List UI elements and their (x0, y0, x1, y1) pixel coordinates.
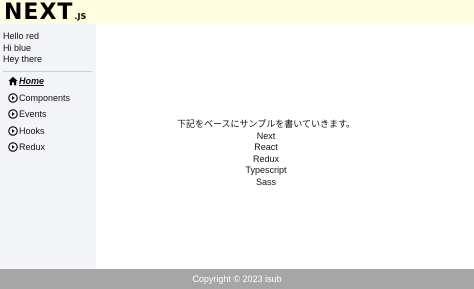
sidebar-item-events[interactable]: Events (8, 108, 47, 120)
logo-sub-text: .JS (74, 12, 87, 21)
tech-item-next: Next (256, 130, 276, 141)
sidebar-item-label: Home (19, 76, 45, 86)
play-circle-icon (8, 92, 18, 103)
tech-item-redux: Redux (252, 153, 279, 164)
play-circle-icon (8, 109, 18, 119)
copyright-text: Copyright © 2023 isub (192, 274, 282, 284)
greeting-there: Hey there (3, 54, 43, 64)
play-circle-icon (8, 142, 18, 152)
greeting-list: Hello red Hi blue Hey there (0, 24, 96, 66)
greeting-blue: Hi blue (3, 42, 32, 53)
play-circle-icon (8, 125, 18, 136)
sidebar-item-label: Hooks (19, 125, 45, 136)
home-icon (8, 76, 18, 86)
sidebar-item-label: Redux (19, 142, 46, 152)
tech-item-typescript: Typescript (245, 165, 287, 175)
greeting-red: Hello red (3, 31, 40, 41)
tech-item-sass: Sass (255, 176, 276, 187)
sidebar-item-hooks[interactable]: Hooks (8, 125, 45, 137)
footer: Copyright © 2023 isub (0, 269, 474, 289)
intro-text: 下記をベースにサンプルを書いていきます。 (176, 119, 356, 129)
main-content: 下記をベースにサンプルを書いていきます。 Next React Redux Ty… (96, 24, 474, 269)
header: NEXT .JS (0, 0, 474, 24)
sidebar-item-label: Events (19, 109, 47, 119)
sidebar: Hello red Hi blue Hey there Home Compone… (0, 24, 96, 269)
tech-item-react: React (254, 142, 278, 152)
sidebar-item-home[interactable]: Home (8, 75, 44, 87)
sidebar-item-components[interactable]: Components (8, 92, 70, 104)
nextjs-logo[interactable]: NEXT .JS (4, 0, 86, 24)
logo-main-text: NEXT (4, 0, 74, 25)
sidebar-item-label: Components (19, 92, 71, 103)
sidebar-divider (3, 70, 92, 72)
sidebar-item-redux[interactable]: Redux (8, 141, 45, 153)
content-block: 下記をベースにサンプルを書いていきます。 Next React Redux Ty… (96, 119, 436, 188)
